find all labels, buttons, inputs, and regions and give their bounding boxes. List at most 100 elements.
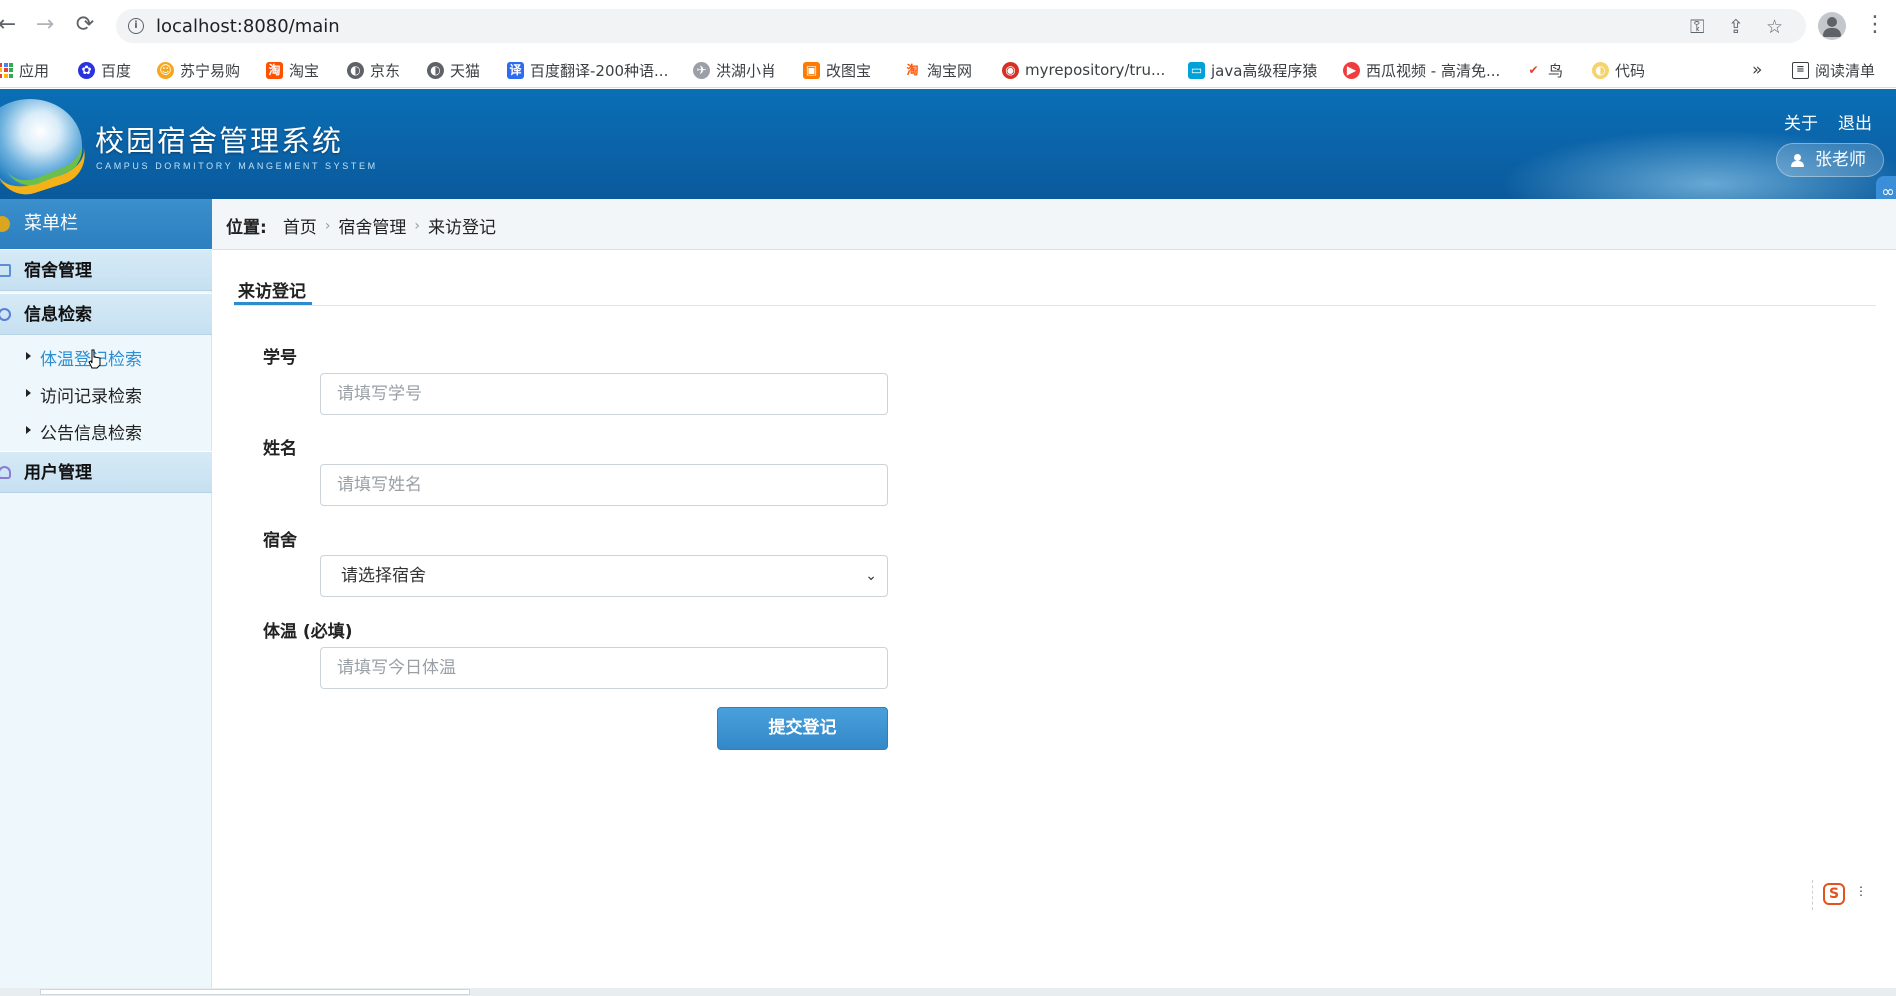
sidebar-group-label: 用户管理	[24, 463, 92, 483]
play-icon: ▶	[1343, 61, 1360, 79]
breadcrumb-bar: 位置: 首页 › 宿舍管理 › 来访登记	[212, 199, 1896, 250]
reading-list-icon: ≡	[1792, 61, 1809, 79]
bookmark-label: myrepository/tru...	[1025, 61, 1166, 79]
bookmark-taobao[interactable]: 淘 淘宝	[266, 58, 319, 82]
bookmark-bird[interactable]: ✔ 鸟	[1525, 58, 1563, 82]
chrome-logo-icon: ◉	[1002, 61, 1019, 79]
bookmark-label: 天猫	[450, 61, 481, 80]
sidebar-group-info-search[interactable]: 信息检索	[0, 293, 212, 335]
bookmark-label: 淘宝网	[927, 61, 973, 80]
bookmark-label: 百度	[101, 61, 132, 80]
submit-button[interactable]: 提交登记	[717, 707, 888, 750]
baidu-paw-icon: ✿	[78, 61, 95, 79]
suning-icon: ☺	[157, 61, 174, 79]
bookmark-java[interactable]: ▭ java高级程序猿	[1188, 58, 1317, 82]
logout-link[interactable]: 退出	[1838, 109, 1872, 134]
reading-list[interactable]: ≡ 阅读清单	[1792, 58, 1875, 82]
bookmark-label: 百度翻译-200种语...	[530, 61, 669, 80]
temperature-input[interactable]	[320, 647, 888, 689]
bookmark-label: 代码	[1615, 61, 1646, 80]
name-input[interactable]	[320, 464, 888, 506]
bookmark-gaitubao[interactable]: ▣ 改图宝	[803, 58, 871, 82]
bookmark-apps[interactable]: 应用	[0, 58, 49, 82]
horizontal-scrollbar[interactable]	[0, 988, 1896, 996]
rooms-icon	[0, 264, 11, 277]
bookmark-label: 洪湖小肖	[716, 61, 777, 80]
bookmark-suning[interactable]: ☺ 苏宁易购	[157, 58, 240, 82]
globe-icon: ◐	[427, 61, 444, 79]
sidebar-group-label: 宿舍管理	[24, 261, 92, 281]
sogou-ime-icon: S	[1823, 883, 1845, 905]
back-arrow-icon[interactable]: ←	[0, 12, 20, 38]
reload-icon[interactable]: ⟳	[72, 12, 98, 38]
sidebar-item-temperature-search[interactable]: 体温登记检索	[24, 345, 142, 370]
bookmark-tmall[interactable]: ◐ 天猫	[427, 58, 480, 82]
ime-toolbar[interactable]: S ⋮	[1812, 880, 1872, 910]
gaitubao-icon: ▣	[803, 61, 820, 79]
search-icon	[0, 308, 11, 321]
translate-icon: 译	[507, 61, 524, 79]
sidebar-item-visit-search[interactable]: 访问记录检索	[24, 382, 142, 407]
bookmark-baidu[interactable]: ✿ 百度	[78, 58, 131, 82]
app-title: 校园宿舍管理系统	[95, 124, 344, 158]
scrollbar-thumb[interactable]	[40, 989, 470, 995]
breadcrumb-current: 来访登记	[428, 218, 497, 238]
ime-menu-icon[interactable]: ⋮	[1855, 884, 1867, 898]
site-info-icon[interactable]: i	[128, 18, 144, 34]
dorm-select[interactable]: 请选择宿舍 ⌄	[320, 555, 888, 597]
section-divider	[234, 305, 1876, 306]
current-user-name: 张老师	[1815, 150, 1866, 170]
bookmark-label: 淘宝	[289, 61, 320, 80]
browser-menu-icon[interactable]: ⋮	[1864, 12, 1886, 37]
current-user[interactable]: 张老师	[1776, 143, 1884, 177]
bookmark-label: 应用	[19, 61, 50, 80]
user-icon	[1791, 154, 1804, 167]
star-icon[interactable]: ☆	[1766, 16, 1783, 38]
app-subtitle: CAMPUS DORMITORY MANGEMENT SYSTEM	[96, 161, 378, 171]
bookmark-code[interactable]: ◐ 代码	[1592, 58, 1645, 82]
bookmark-label: 西瓜视频 - 高清免...	[1366, 61, 1501, 80]
sidebar-item-notice-search[interactable]: 公告信息检索	[24, 419, 142, 444]
address-bar[interactable]: i localhost:8080/main ⚿ ⇪ ☆	[116, 9, 1806, 43]
taobao-icon: 淘	[904, 61, 921, 79]
breadcrumb-dorm[interactable]: 宿舍管理	[338, 213, 406, 238]
share-icon[interactable]: ⇪	[1728, 16, 1744, 38]
temperature-label: 体温 (必填)	[263, 622, 353, 642]
chevron-down-icon: ⌄	[865, 568, 877, 584]
key-icon[interactable]: ⚿	[1690, 16, 1704, 38]
student-id-input[interactable]	[320, 373, 888, 415]
reading-list-label: 阅读清单	[1815, 61, 1876, 80]
sidebar: 菜单栏 宿舍管理 信息检索 体温登记检索 访问记录检索 公告信息检索 用户管理	[0, 199, 212, 996]
bookmark-label: java高级程序猿	[1211, 61, 1318, 80]
bookmark-xigua[interactable]: ▶ 西瓜视频 - 高清免...	[1343, 58, 1500, 82]
chevron-right-icon: ›	[414, 217, 421, 234]
browser-toolbar: ← → ⟳ i localhost:8080/main ⚿ ⇪ ☆ ⋮	[0, 0, 1896, 52]
breadcrumb: 位置: 首页 › 宿舍管理 › 来访登记	[226, 213, 497, 239]
sidebar-group-dorm-management[interactable]: 宿舍管理	[0, 249, 212, 291]
breadcrumb-home[interactable]: 首页	[283, 213, 317, 238]
bookmark-honghu[interactable]: ✈ 洪湖小肖	[693, 58, 776, 82]
taobao-icon: 淘	[266, 61, 283, 79]
menu-title: 菜单栏	[24, 213, 78, 234]
sidebar-group-user-management[interactable]: 用户管理	[0, 451, 212, 493]
student-id-label: 学号	[263, 348, 297, 368]
section-title: 来访登记	[238, 282, 306, 302]
bookmark-jd[interactable]: ◐ 京东	[347, 58, 400, 82]
bilibili-tv-icon: ▭	[1188, 61, 1205, 79]
bookmark-taobao-net[interactable]: 淘 淘宝网	[904, 58, 972, 82]
menu-header: 菜单栏	[0, 199, 212, 249]
chevron-right-icon: ›	[324, 217, 331, 234]
sidebar-group-label: 信息检索	[24, 305, 92, 325]
about-link[interactable]: 关于	[1784, 109, 1818, 134]
breadcrumb-label: 位置:	[226, 218, 267, 238]
bookmark-myrepository[interactable]: ◉ myrepository/tru...	[1002, 58, 1165, 82]
address-url[interactable]: localhost:8080/main	[156, 16, 340, 37]
apps-grid-icon	[0, 62, 13, 78]
code-icon: ◐	[1592, 61, 1609, 79]
bookmark-baidu-translate[interactable]: 译 百度翻译-200种语...	[507, 58, 668, 82]
forward-arrow-icon[interactable]: →	[32, 12, 58, 38]
bookmarks-overflow[interactable]: »	[1752, 58, 1762, 82]
bookmark-label: 改图宝	[826, 61, 872, 80]
bookmark-label: 苏宁易购	[180, 61, 241, 80]
profile-avatar-icon[interactable]	[1818, 12, 1846, 40]
